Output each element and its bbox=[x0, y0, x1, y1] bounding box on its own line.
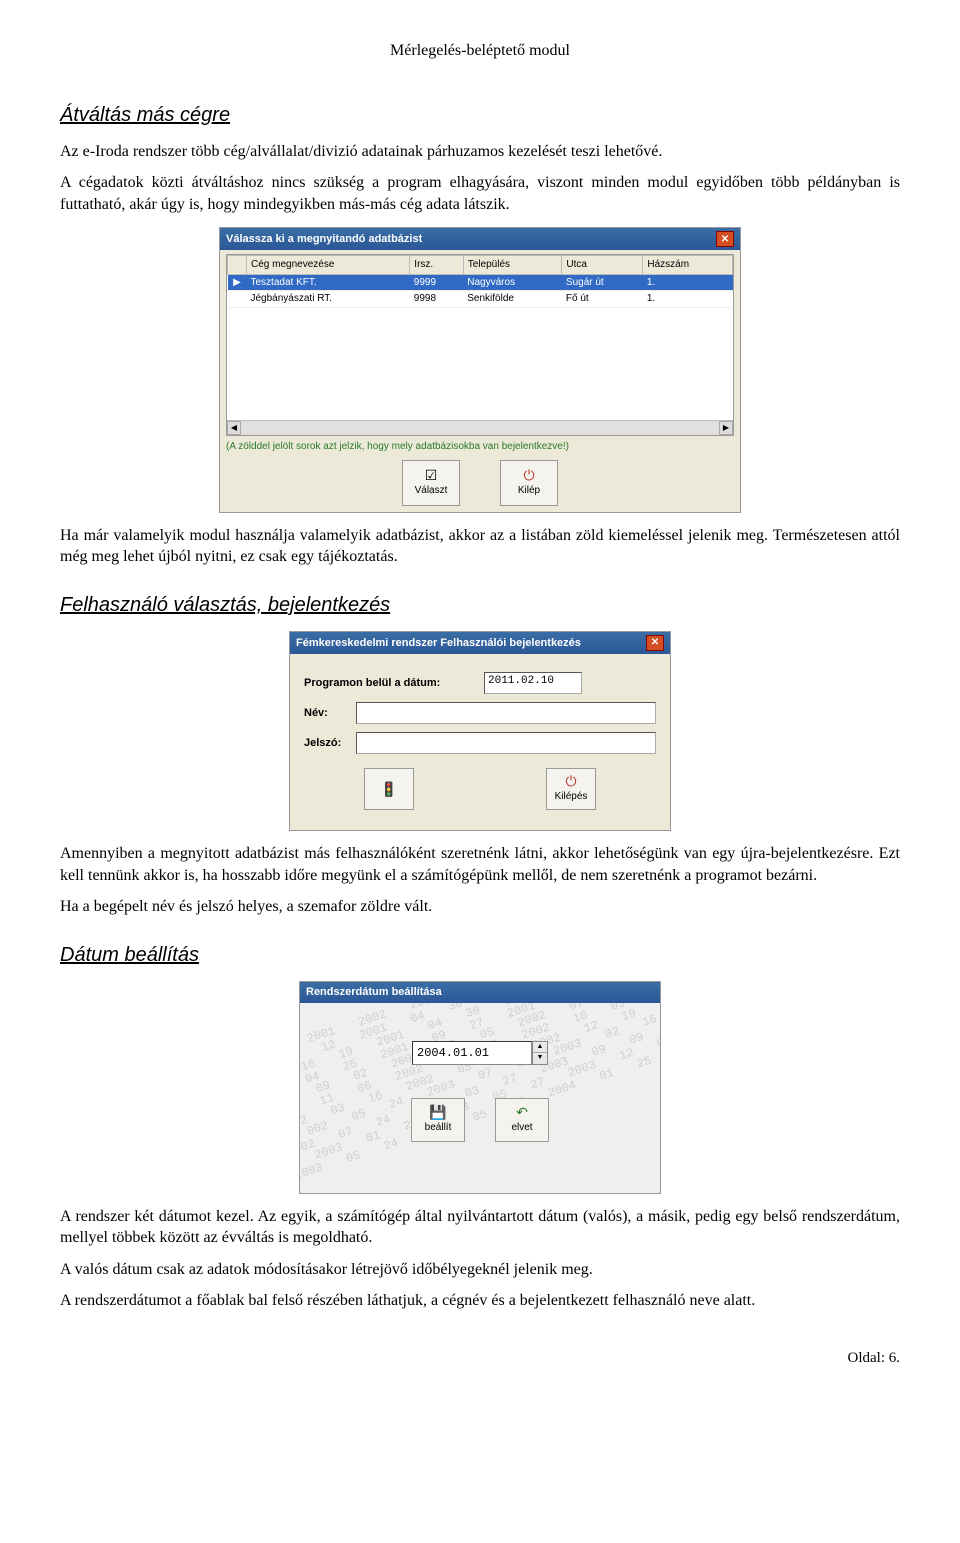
cell: Fő út bbox=[562, 291, 643, 308]
cell: 1. bbox=[643, 274, 733, 291]
window-title: Fémkereskedelmi rendszer Felhasználói be… bbox=[296, 636, 581, 651]
col-header[interactable]: Település bbox=[463, 256, 562, 275]
cell: Nagyváros bbox=[463, 274, 562, 291]
traffic-light-icon: 🚦 bbox=[380, 782, 397, 796]
col-header[interactable]: Házszám bbox=[643, 256, 733, 275]
power-icon: ⏻ bbox=[523, 468, 534, 482]
scroll-left-icon[interactable]: ◀ bbox=[227, 421, 241, 435]
body-text: Ha a begépelt név és jelszó helyes, a sz… bbox=[60, 896, 900, 918]
login-window: Fémkereskedelmi rendszer Felhasználói be… bbox=[289, 631, 671, 831]
window-titlebar: Válassza ki a megnyitandó adatbázist ✕ bbox=[220, 228, 740, 250]
logout-button[interactable]: ⏻ Kilépés bbox=[546, 768, 596, 810]
db-selector-window: Válassza ki a megnyitandó adatbázist ✕ C… bbox=[219, 227, 741, 513]
cell: 1. bbox=[643, 291, 733, 308]
body-text: Amennyiben a megnyitott adatbázist más f… bbox=[60, 843, 900, 886]
cell: Senkifölde bbox=[463, 291, 562, 308]
window-titlebar: Fémkereskedelmi rendszer Felhasználói be… bbox=[290, 632, 670, 654]
col-marker bbox=[228, 256, 247, 275]
cell: Jégbányászati RT. bbox=[247, 291, 410, 308]
window-title: Válassza ki a megnyitandó adatbázist bbox=[226, 232, 422, 247]
db-table-container: Cég megnevezése Irsz. Település Utca Ház… bbox=[226, 254, 734, 436]
window-title: Rendszerdátum beállítása bbox=[306, 985, 442, 1000]
scroll-right-icon[interactable]: ▶ bbox=[719, 421, 733, 435]
button-label: beállít bbox=[425, 1121, 452, 1135]
power-icon: ⏻ bbox=[565, 774, 576, 788]
cell: Sugár út bbox=[562, 274, 643, 291]
spinner-down-icon[interactable]: ▼ bbox=[533, 1053, 547, 1064]
exit-button[interactable]: ⏻ Kilép bbox=[500, 460, 558, 506]
db-table: Cég megnevezése Irsz. Település Utca Ház… bbox=[227, 255, 733, 308]
cell: 9998 bbox=[410, 291, 463, 308]
body-text: A rendszerdátumot a főablak bal felső ré… bbox=[60, 1290, 900, 1312]
page-header: Mérlegelés-beléptető modul bbox=[60, 40, 900, 62]
body-text: A valós dátum csak az adatok módosításak… bbox=[60, 1259, 900, 1281]
save-icon: 💾 bbox=[429, 1105, 446, 1119]
row-marker-icon: ▶ bbox=[228, 274, 247, 291]
set-date-button[interactable]: 💾 beállít bbox=[411, 1098, 465, 1142]
cell: 9999 bbox=[410, 274, 463, 291]
password-input[interactable] bbox=[356, 732, 656, 754]
login-button[interactable]: 🚦 bbox=[364, 768, 414, 810]
col-header[interactable]: Cég megnevezése bbox=[247, 256, 410, 275]
date-value: 2004.01.01 bbox=[417, 1045, 489, 1061]
date-spinner[interactable]: ▲ ▼ bbox=[532, 1041, 548, 1065]
discard-date-button[interactable]: ↶ elvet bbox=[495, 1098, 549, 1142]
table-row[interactable]: Jégbányászati RT. 9998 Senkifölde Fő út … bbox=[228, 291, 733, 308]
section-heading-login: Felhasználó választás, bejelentkezés bbox=[60, 592, 900, 619]
hint-text: (A zölddel jelölt sorok azt jelzik, hogy… bbox=[226, 440, 734, 454]
close-icon[interactable]: ✕ bbox=[646, 635, 664, 651]
body-text: Ha már valamelyik modul használja valame… bbox=[60, 525, 900, 568]
label-password: Jelszó: bbox=[304, 736, 356, 751]
section-heading-date: Dátum beállítás bbox=[60, 942, 900, 969]
spinner-up-icon[interactable]: ▲ bbox=[533, 1042, 547, 1054]
table-row[interactable]: ▶ Tesztadat KFT. 9999 Nagyváros Sugár út… bbox=[228, 274, 733, 291]
label-date: Programon belül a dátum: bbox=[304, 676, 484, 691]
label-name: Név: bbox=[304, 706, 356, 721]
window-titlebar: Rendszerdátum beállítása bbox=[300, 982, 660, 1003]
button-label: Kilép bbox=[518, 484, 540, 498]
select-button[interactable]: ☑ Választ bbox=[402, 460, 460, 506]
col-header[interactable]: Utca bbox=[562, 256, 643, 275]
page-footer: Oldal: 6. bbox=[60, 1348, 900, 1368]
check-icon: ☑ bbox=[425, 468, 438, 482]
button-label: elvet bbox=[511, 1121, 532, 1135]
body-text: A cégadatok közti átváltáshoz nincs szük… bbox=[60, 172, 900, 215]
button-label: Választ bbox=[415, 484, 448, 498]
date-field[interactable]: 2011.02.10 bbox=[484, 672, 582, 694]
name-input[interactable] bbox=[356, 702, 656, 724]
body-text: A rendszer két dátumot kezel. Az egyik, … bbox=[60, 1206, 900, 1249]
button-label: Kilépés bbox=[555, 790, 588, 804]
col-header[interactable]: Irsz. bbox=[410, 256, 463, 275]
date-window: Rendszerdátum beállítása 2000 2001 2002 … bbox=[299, 981, 661, 1194]
body-text: Az e-Iroda rendszer több cég/alvállalat/… bbox=[60, 141, 900, 163]
cell: Tesztadat KFT. bbox=[247, 274, 410, 291]
undo-icon: ↶ bbox=[516, 1105, 528, 1119]
system-date-input[interactable]: 2004.01.01 bbox=[412, 1041, 532, 1065]
horizontal-scrollbar[interactable]: ◀ ▶ bbox=[227, 420, 733, 435]
section-heading-db: Átváltás más cégre bbox=[60, 102, 900, 129]
close-icon[interactable]: ✕ bbox=[716, 231, 734, 247]
